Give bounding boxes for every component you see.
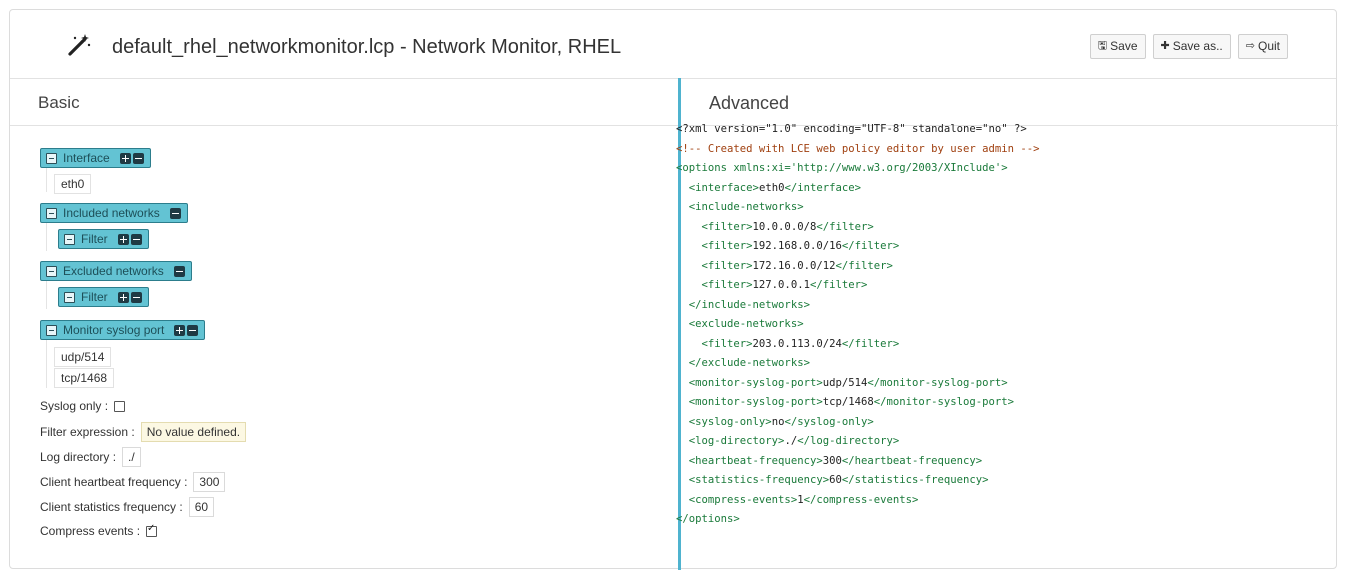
code-line: <monitor-syslog-port>udp/514</monitor-sy… [688,376,1008,389]
syslog-only-label: Syslog only : [40,399,109,413]
code-line: <statistics-frequency>60</statistics-fre… [688,474,989,486]
add-icon[interactable] [117,233,129,245]
interface-value[interactable]: eth0 [54,174,92,194]
code-line: <options xmlns:xi='http://www.w3.org/200… [676,162,1008,174]
heartbeat-value[interactable]: 300 [193,472,226,492]
code-line: <exclude-networks> [688,318,804,330]
compress-events-label: Compress events : [40,524,141,538]
included-networks-label: Included networks [63,206,160,220]
quit-button[interactable]: ⇨ Quit [1237,34,1288,59]
statistics-field: Client statistics frequency : 60 [40,497,215,517]
excluded-filter-node[interactable]: Filter [58,287,149,307]
excluded-filter-label: Filter [81,290,108,304]
save-label: Save [1110,39,1138,53]
code-line: </exclude-networks> [688,357,810,369]
code-line: </options> [676,513,740,525]
code-line: <include-networks> [688,201,804,213]
page-title: default_rhel_networkmonitor.lcp - Networ… [112,36,622,58]
remove-icon[interactable] [130,233,142,245]
filter-expression-field: Filter expression : No value defined. [40,422,247,442]
excluded-networks-label: Excluded networks [63,264,164,278]
code-line: <filter>192.168.0.0/16</filter> [701,240,900,252]
save-as-button[interactable]: ✚ Save as.. [1152,34,1231,59]
code-line: <filter>172.16.0.0/12</filter> [701,259,893,272]
add-icon[interactable] [174,324,186,336]
code-line: <filter>127.0.0.1</filter> [701,279,868,291]
excluded-networks-node[interactable]: Excluded networks [40,261,192,281]
quit-label: Quit [1257,39,1280,53]
floppy-icon: 🖫 [1097,40,1108,52]
filter-expression-label: Filter expression : [40,425,135,439]
code-line: <?xml version="1.0" encoding="UTF-8" sta… [676,123,1027,135]
code-line: <filter>203.0.113.0/24</filter> [701,337,900,350]
save-as-label: Save as.. [1172,39,1223,53]
interface-label: Interface [63,151,110,165]
save-button[interactable]: 🖫 Save [1089,34,1146,59]
code-line: <heartbeat-frequency>300</heartbeat-freq… [688,454,983,467]
syslog-only-field: Syslog only : [40,399,126,413]
magic-wand-icon [68,34,91,56]
included-filter-node[interactable]: Filter [58,229,149,249]
log-directory-value[interactable]: ./ [122,447,141,467]
compress-events-field: Compress events : [40,523,158,538]
interface-node[interactable]: Interface [40,148,151,168]
collapse-icon[interactable] [46,265,57,277]
remove-icon[interactable] [187,324,199,336]
advanced-heading: Advanced [709,93,790,113]
toolbar: 🖫 Save ✚ Save as.. ⇨ Quit [1089,34,1288,59]
filter-expression-value[interactable]: No value defined. [140,422,247,442]
remove-icon[interactable] [169,207,181,219]
collapse-icon[interactable] [46,152,57,164]
code-line: <interface>eth0</interface> [688,181,861,194]
monitor-syslog-port-node[interactable]: Monitor syslog port [40,320,206,340]
collapse-icon[interactable] [46,324,57,336]
sign-out-icon: ⇨ [1245,40,1255,52]
compress-events-checkbox[interactable] [146,523,158,537]
collapse-icon[interactable] [64,233,75,245]
syslog-port-value[interactable]: tcp/1468 [54,368,115,388]
xml-editor[interactable]: <?xml version="1.0" encoding="UTF-8" sta… [676,120,1324,530]
advanced-header: Advanced [681,79,1338,126]
heartbeat-label: Client heartbeat frequency : [40,475,188,489]
heartbeat-field: Client heartbeat frequency : 300 [40,472,226,492]
monitor-syslog-port-label: Monitor syslog port [63,323,165,337]
log-directory-field: Log directory : ./ [40,447,141,467]
code-line: <monitor-syslog-port>tcp/1468</monitor-s… [688,396,1015,408]
plus-icon: ✚ [1160,40,1170,52]
remove-icon[interactable] [173,265,185,277]
add-icon[interactable] [117,291,129,303]
code-line: <!-- Created with LCE web policy editor … [676,142,1040,155]
remove-icon[interactable] [132,152,144,164]
basic-heading: Basic [38,93,80,112]
log-directory-label: Log directory : [40,450,117,464]
add-icon[interactable] [119,152,131,164]
collapse-icon[interactable] [64,291,75,303]
included-networks-node[interactable]: Included networks [40,203,188,223]
header: default_rhel_networkmonitor.lcp - Networ… [10,10,1336,79]
collapse-icon[interactable] [46,207,57,219]
code-line: <compress-events>1</compress-events> [688,493,919,506]
syslog-port-value[interactable]: udp/514 [54,347,112,367]
code-line: <filter>10.0.0.0/8</filter> [701,220,874,233]
syslog-only-checkbox[interactable] [114,400,126,412]
basic-header: Basic [10,79,678,126]
code-line: <syslog-only>no</syslog-only> [688,415,874,428]
statistics-value[interactable]: 60 [188,497,215,517]
statistics-label: Client statistics frequency : [40,500,183,514]
included-filter-label: Filter [81,232,108,246]
code-line: <log-directory>./</log-directory> [688,435,900,447]
remove-icon[interactable] [130,291,142,303]
code-line: </include-networks> [688,298,810,311]
